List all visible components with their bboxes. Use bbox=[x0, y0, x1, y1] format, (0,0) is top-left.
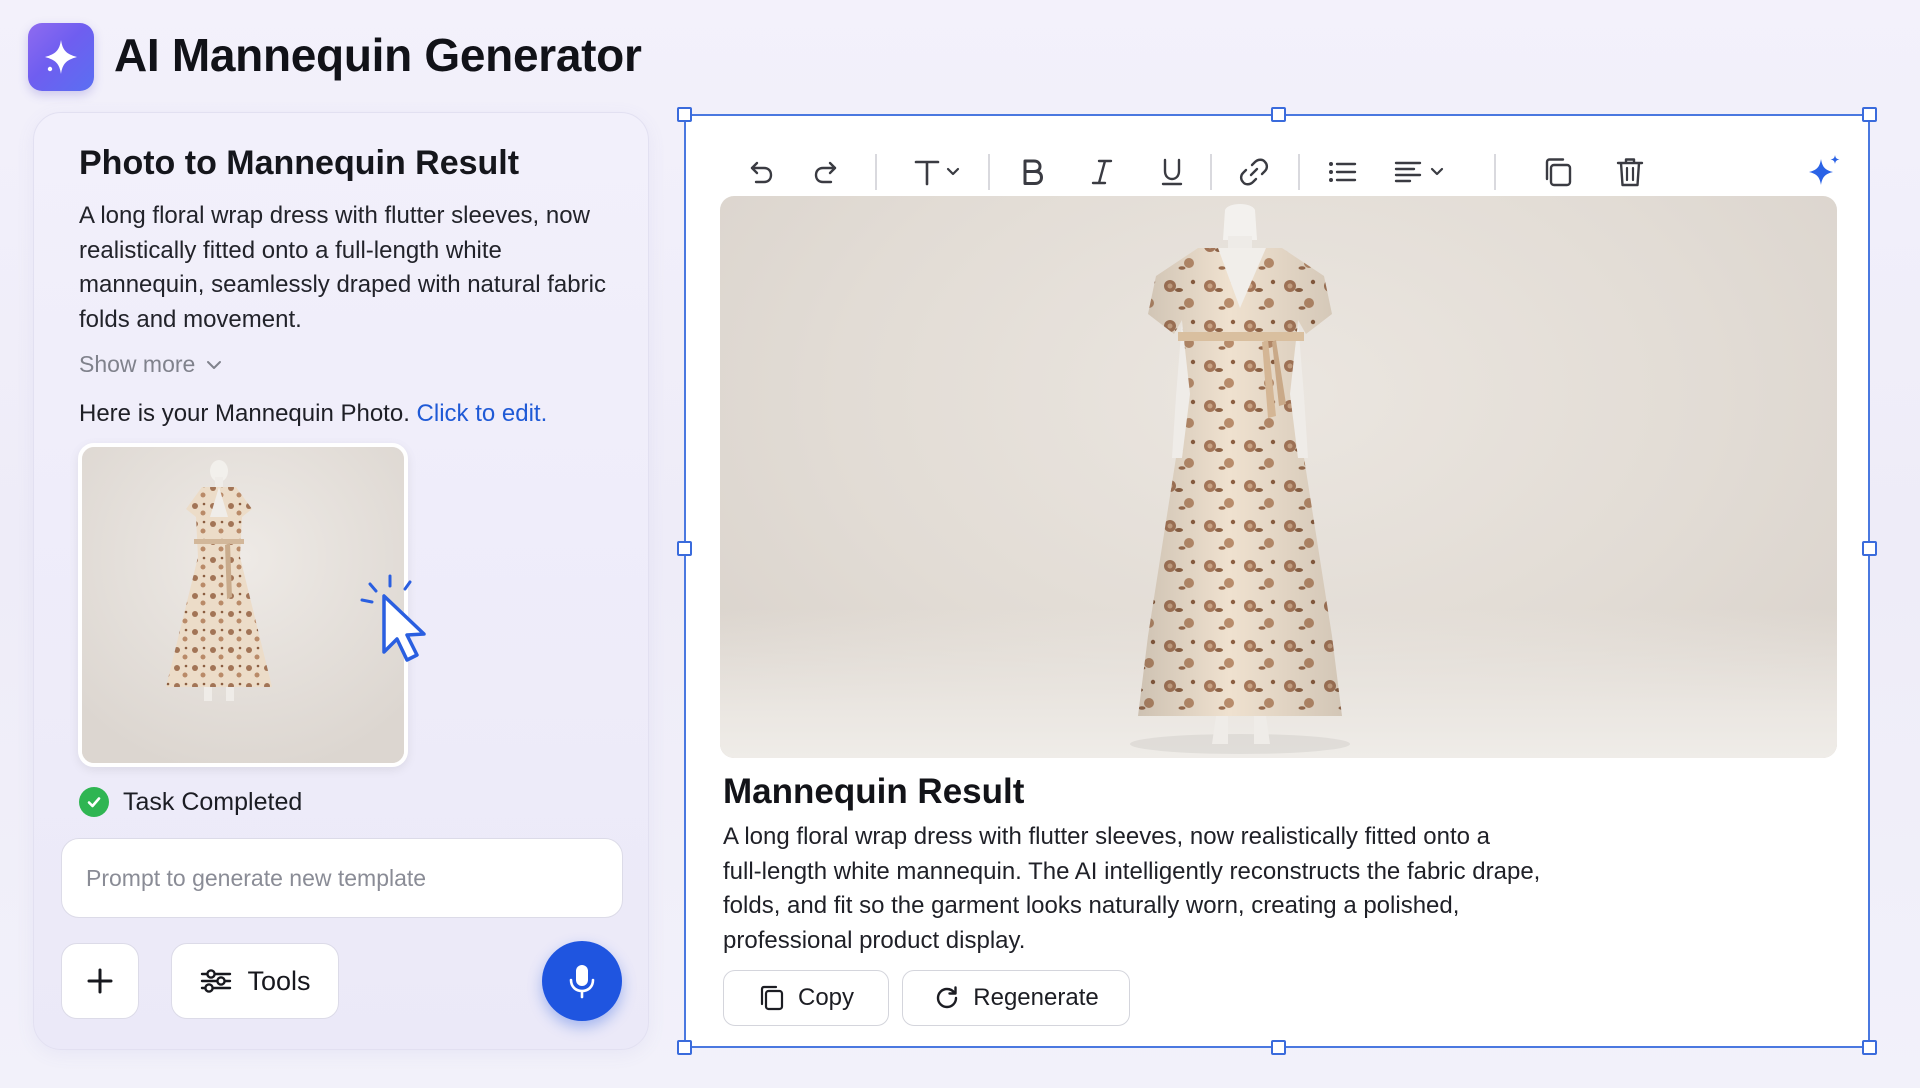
add-button[interactable] bbox=[61, 943, 139, 1019]
result-editor-frame[interactable]: Mannequin Result A long floral wrap dres… bbox=[677, 107, 1877, 1055]
panel-title: Photo to Mannequin Result bbox=[79, 144, 520, 182]
underline-icon bbox=[1161, 158, 1183, 186]
copy-button[interactable]: Copy bbox=[723, 970, 889, 1026]
click-to-edit-link[interactable]: Click to edit. bbox=[417, 400, 548, 427]
regenerate-label: Regenerate bbox=[973, 984, 1099, 1011]
pointer-cursor-icon bbox=[360, 574, 426, 662]
underline-button[interactable] bbox=[1150, 150, 1194, 194]
undo-button[interactable] bbox=[738, 150, 782, 194]
undo-icon bbox=[750, 161, 773, 184]
task-status: Task Completed bbox=[79, 787, 302, 817]
mannequin-result-image[interactable] bbox=[720, 196, 1837, 758]
edit-prefix: Here is your Mannequin Photo. bbox=[79, 400, 410, 427]
result-desc-line: professional product display. bbox=[723, 926, 1026, 954]
bold-button[interactable] bbox=[1010, 150, 1054, 194]
result-desc-line: folds, and fit so the garment looks natu… bbox=[723, 892, 1460, 919]
resize-handle-bm[interactable] bbox=[1271, 1040, 1286, 1055]
link-icon bbox=[1239, 158, 1269, 186]
resize-handle-ml[interactable] bbox=[677, 541, 692, 556]
check-circle-icon bbox=[79, 787, 109, 817]
delete-icon bbox=[1616, 158, 1644, 187]
prompt-input[interactable] bbox=[61, 838, 623, 918]
regenerate-button[interactable]: Regenerate bbox=[902, 970, 1130, 1026]
toolbar-divider bbox=[1494, 154, 1496, 190]
text-style-icon bbox=[914, 160, 960, 186]
italic-icon bbox=[1091, 159, 1113, 185]
bullet-list-button[interactable] bbox=[1320, 150, 1364, 194]
toolbar-divider bbox=[988, 154, 990, 190]
duplicate-icon bbox=[1545, 158, 1572, 187]
sparkle-icon bbox=[45, 40, 77, 74]
toolbar-divider bbox=[875, 154, 877, 190]
resize-handle-mr[interactable] bbox=[1862, 541, 1877, 556]
microphone-icon bbox=[569, 965, 595, 999]
show-more-label: Show more bbox=[79, 351, 196, 377]
resize-handle-tr[interactable] bbox=[1862, 107, 1877, 122]
chevron-down-icon bbox=[207, 360, 222, 369]
resize-handle-br[interactable] bbox=[1862, 1040, 1877, 1055]
resize-handle-tl[interactable] bbox=[677, 107, 692, 122]
redo-button[interactable] bbox=[805, 150, 849, 194]
align-icon bbox=[1394, 161, 1444, 183]
toolbar-divider bbox=[1210, 154, 1212, 190]
plus-icon bbox=[87, 968, 113, 994]
tools-button[interactable]: Tools bbox=[171, 943, 339, 1019]
show-more-toggle[interactable]: Show more bbox=[79, 351, 223, 378]
text-style-dropdown[interactable] bbox=[910, 150, 966, 194]
copy-label: Copy bbox=[797, 984, 855, 1011]
delete-button[interactable] bbox=[1608, 150, 1652, 194]
ai-assist-button[interactable] bbox=[1802, 150, 1846, 194]
redo-icon bbox=[814, 161, 837, 184]
bold-icon bbox=[1023, 159, 1043, 185]
result-desc-line: full-length white mannequin. The AI inte… bbox=[723, 857, 1541, 885]
result-desc-line: A long floral wrap dress with flutter sl… bbox=[723, 823, 1491, 850]
resize-handle-bl[interactable] bbox=[677, 1040, 692, 1055]
app-title: AI Mannequin Generator bbox=[114, 29, 642, 81]
sliders-icon bbox=[201, 969, 232, 993]
align-dropdown[interactable] bbox=[1390, 150, 1454, 194]
bullet-list-icon bbox=[1329, 162, 1357, 182]
panel-description: A long floral wrap dress with flutter sl… bbox=[79, 202, 606, 333]
toolbar-divider bbox=[1298, 154, 1300, 190]
refresh-icon bbox=[937, 986, 958, 1009]
copy-icon bbox=[760, 985, 784, 1011]
ai-sparkle-icon bbox=[1809, 155, 1840, 185]
resize-handle-tm[interactable] bbox=[1271, 107, 1286, 122]
result-title: Mannequin Result bbox=[723, 772, 1025, 811]
tools-label: Tools bbox=[247, 965, 311, 996]
italic-button[interactable] bbox=[1080, 150, 1124, 194]
task-status-label: Task Completed bbox=[123, 787, 303, 816]
edit-prompt-line: Here is your Mannequin Photo. Click to e… bbox=[79, 400, 547, 428]
result-description: A long floral wrap dress with flutter sl… bbox=[723, 820, 1583, 958]
dress-on-mannequin-image bbox=[1130, 204, 1350, 754]
duplicate-button[interactable] bbox=[1536, 150, 1580, 194]
link-button[interactable] bbox=[1232, 150, 1276, 194]
voice-input-button[interactable] bbox=[542, 941, 622, 1021]
app-logo bbox=[28, 23, 94, 91]
